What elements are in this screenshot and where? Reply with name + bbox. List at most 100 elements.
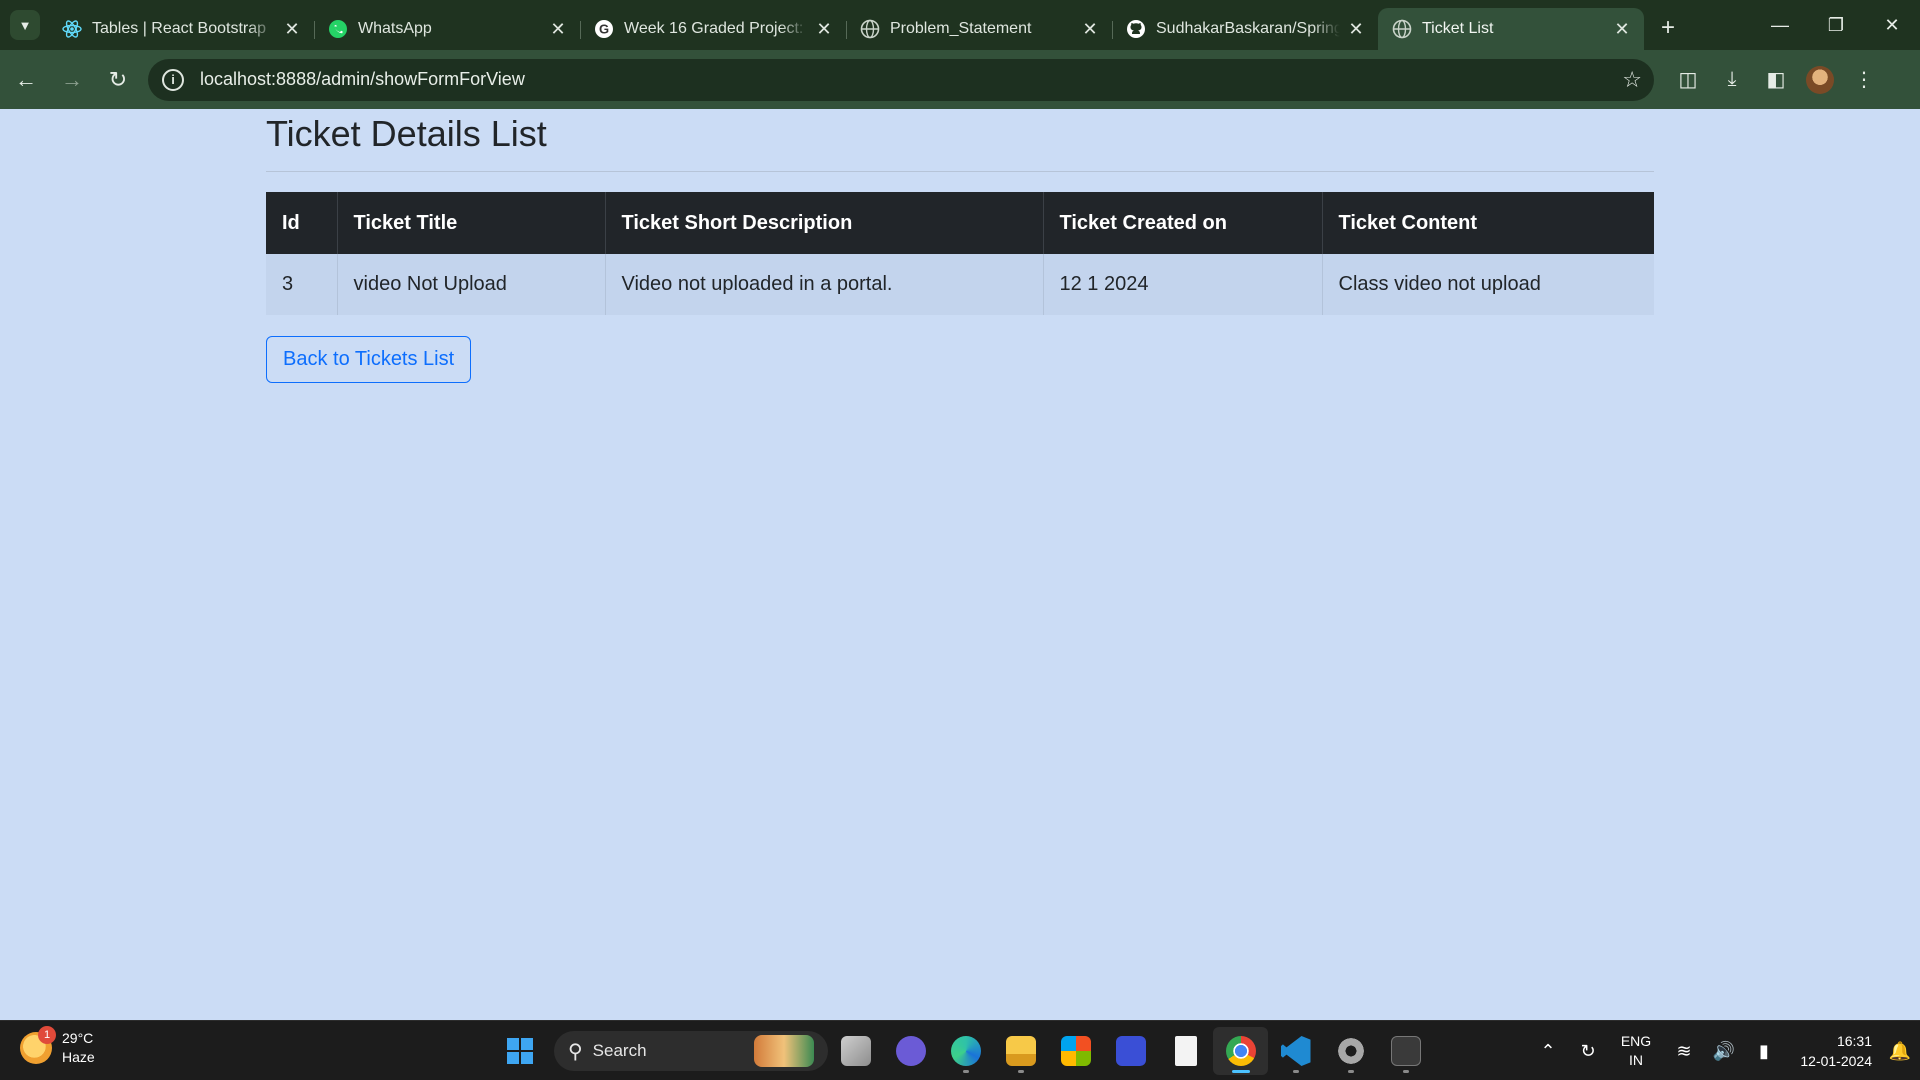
bookmark-star-icon[interactable]: ☆ xyxy=(1622,67,1642,93)
tab-week16-project[interactable]: G Week 16 Graded Project: Sp ✕ xyxy=(580,8,847,50)
google-icon: G xyxy=(594,19,614,39)
vscode-icon xyxy=(1280,1036,1311,1066)
language-code: ENG xyxy=(1620,1033,1652,1049)
weather-widget[interactable]: 1 29°C Haze xyxy=(20,1026,95,1067)
close-icon[interactable]: ✕ xyxy=(1612,19,1632,39)
close-window-button[interactable]: ✕ xyxy=(1864,0,1920,50)
taskbar-file-explorer[interactable] xyxy=(993,1027,1048,1075)
close-icon: ✕ xyxy=(1884,14,1900,35)
clock-date: 12-01-2024 xyxy=(1800,1053,1872,1069)
divider xyxy=(266,171,1654,173)
notifications-button[interactable]: 🔔 xyxy=(1880,1041,1920,1062)
taskbar-edge[interactable] xyxy=(938,1027,993,1075)
column-header-title: Ticket Title xyxy=(337,192,606,255)
cell-short-description: Video not uploaded in a portal. xyxy=(605,254,1044,316)
column-header-content: Ticket Content xyxy=(1322,192,1654,255)
tab-search-button[interactable]: ▼ xyxy=(10,10,40,40)
chevron-down-icon: ▼ xyxy=(18,17,32,33)
tab-problem-statement[interactable]: Problem_Statement ✕ xyxy=(846,8,1113,50)
battery-icon[interactable]: ▮ xyxy=(1744,1041,1784,1062)
tab-react-bootstrap[interactable]: Tables | React Bootstrap ✕ xyxy=(48,8,315,50)
menu-button[interactable]: ⋮ xyxy=(1842,60,1886,100)
content-container: Ticket Details List Id Ticket Title Tick… xyxy=(266,109,1654,384)
language-indicator[interactable]: ENG IN xyxy=(1608,1032,1664,1070)
back-to-tickets-button[interactable]: Back to Tickets List xyxy=(266,336,472,384)
taskbar-settings[interactable] xyxy=(1323,1027,1378,1075)
terminal-icon xyxy=(1390,1036,1421,1066)
address-bar[interactable]: i localhost:8888/admin/showFormForView ☆ xyxy=(148,58,1654,101)
puzzle-icon: ◫ xyxy=(1678,69,1698,91)
app-icon xyxy=(1115,1036,1146,1066)
taskbar-task-view[interactable] xyxy=(828,1027,883,1075)
cell-created-on: 12 1 2024 xyxy=(1043,254,1323,316)
tab-whatsapp[interactable]: WhatsApp ✕ xyxy=(314,8,581,50)
close-icon[interactable]: ✕ xyxy=(548,19,568,39)
sync-icon[interactable]: ↻ xyxy=(1568,1041,1608,1062)
tab-title: Week 16 Graded Project: Sp xyxy=(624,20,808,37)
download-icon: ⤓ xyxy=(1727,68,1737,90)
task-view-icon xyxy=(840,1036,871,1066)
wifi-icon[interactable]: ≋ xyxy=(1664,1041,1704,1062)
search-label: Search xyxy=(592,1041,647,1060)
weather-temp: 29°C xyxy=(62,1030,94,1046)
minimize-button[interactable]: — xyxy=(1752,0,1808,50)
close-icon[interactable]: ✕ xyxy=(282,19,302,39)
clock[interactable]: 16:31 12-01-2024 xyxy=(1784,1031,1880,1071)
react-bootstrap-icon xyxy=(62,19,82,39)
cell-content: Class video not upload xyxy=(1322,254,1654,316)
volume-icon[interactable]: 🔊 xyxy=(1704,1041,1744,1062)
column-header-id: Id xyxy=(266,192,338,255)
taskbar-chrome[interactable] xyxy=(1213,1027,1268,1075)
site-info-icon[interactable]: i xyxy=(162,68,184,91)
weather-sun-icon: 1 xyxy=(20,1026,56,1064)
clock-time: 16:31 xyxy=(1836,1033,1872,1049)
tab-title: SudhakarBaskaran/SpringW xyxy=(1156,20,1340,37)
whatsapp-icon xyxy=(328,19,348,39)
store-icon xyxy=(1060,1036,1091,1066)
folder-icon xyxy=(1005,1036,1036,1066)
more-vertical-icon: ⋮ xyxy=(1854,69,1874,91)
window-controls: — ❐ ✕ xyxy=(1752,0,1920,50)
side-panel-button[interactable]: ◧ xyxy=(1754,60,1798,100)
arrow-left-icon: ← xyxy=(15,66,37,92)
page-content: Ticket Details List Id Ticket Title Tick… xyxy=(0,109,1920,1020)
tab-ticket-list[interactable]: Ticket List ✕ xyxy=(1378,8,1644,50)
page-title: Ticket Details List xyxy=(266,113,547,154)
windows-logo-icon xyxy=(507,1038,533,1064)
table-header-row: Id Ticket Title Ticket Short Description… xyxy=(266,192,1654,255)
new-tab-button[interactable]: + xyxy=(1650,10,1686,46)
back-button[interactable]: ← xyxy=(6,60,46,100)
taskbar-store[interactable] xyxy=(1048,1027,1103,1075)
search-highlight-image xyxy=(754,1035,814,1067)
close-icon[interactable]: ✕ xyxy=(1346,19,1366,39)
side-panel-icon: ◧ xyxy=(1766,69,1786,91)
reload-button[interactable]: ↻ xyxy=(98,60,138,100)
url-text[interactable]: localhost:8888/admin/showFormForView xyxy=(200,69,1622,90)
cell-id: 3 xyxy=(266,254,338,316)
restore-button[interactable]: ❐ xyxy=(1808,0,1864,50)
close-icon[interactable]: ✕ xyxy=(1080,19,1100,39)
taskbar-vscode[interactable] xyxy=(1268,1027,1323,1075)
reload-icon: ↻ xyxy=(108,66,128,92)
search-icon: ⚲ xyxy=(568,1040,583,1063)
chevron-up-icon: ⌃ xyxy=(1540,1040,1556,1061)
show-hidden-icons-button[interactable]: ⌃ xyxy=(1528,1041,1568,1062)
minimize-icon: — xyxy=(1771,14,1789,35)
ticket-table: Id Ticket Title Ticket Short Description… xyxy=(266,192,1654,316)
downloads-button[interactable]: ⤓ xyxy=(1710,60,1754,100)
video-call-icon xyxy=(895,1036,926,1066)
forward-button[interactable]: → xyxy=(52,60,92,100)
taskbar-search[interactable]: ⚲ Search xyxy=(554,1031,828,1071)
start-button[interactable] xyxy=(496,1027,544,1075)
taskbar-terminal[interactable] xyxy=(1378,1027,1433,1075)
tab-github-repo[interactable]: SudhakarBaskaran/SpringW ✕ xyxy=(1112,8,1378,50)
profile-button[interactable] xyxy=(1798,60,1842,100)
notification-badge: 1 xyxy=(38,1026,56,1044)
taskbar: 1 29°C Haze ⚲ Search ⌃ ↻ ENG IN ≋ 🔊 ▮ 16… xyxy=(0,1020,1920,1080)
tab-title: WhatsApp xyxy=(358,20,432,37)
taskbar-meet[interactable] xyxy=(883,1027,938,1075)
close-icon[interactable]: ✕ xyxy=(814,19,834,39)
taskbar-notepad[interactable] xyxy=(1158,1027,1213,1075)
extensions-button[interactable]: ◫ xyxy=(1666,60,1710,100)
taskbar-app-blue[interactable] xyxy=(1103,1027,1158,1075)
